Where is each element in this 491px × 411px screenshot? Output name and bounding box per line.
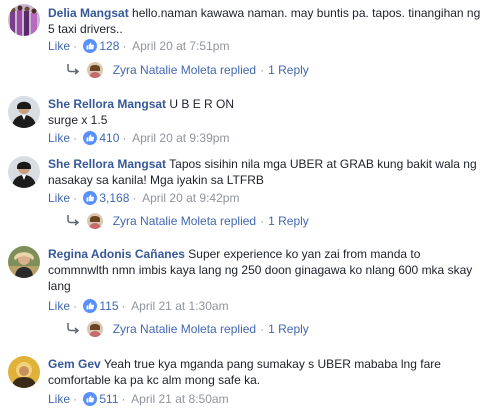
comment-text-line: surge x 1.5 bbox=[48, 113, 108, 127]
reply-summary[interactable]: Zyra Natalie Moleta replied · 1 Reply bbox=[66, 59, 309, 81]
reaction-count[interactable]: 3,168 bbox=[99, 191, 129, 205]
comment-actions: Like · 511 · April 21 at 8:50am bbox=[48, 392, 229, 406]
comment-actions: Like · 3,168 · April 20 at 9:42pm bbox=[48, 191, 240, 205]
reaction-count[interactable]: 128 bbox=[99, 39, 119, 53]
comment-timestamp[interactable]: April 20 at 7:51pm bbox=[132, 39, 229, 53]
comment-author-link[interactable]: Delia Mangsat bbox=[48, 6, 129, 20]
reply-count[interactable]: 1 Reply bbox=[268, 214, 309, 228]
comment-text: Yeah true kya mganda pang sumakay s UBER… bbox=[48, 357, 441, 387]
avatar[interactable] bbox=[8, 96, 40, 128]
avatar[interactable] bbox=[8, 156, 40, 188]
reply-count[interactable]: 1 Reply bbox=[268, 63, 309, 77]
comment-body: Gem Gev Yeah true kya mganda pang sumaka… bbox=[48, 356, 483, 388]
like-reaction-icon[interactable] bbox=[83, 191, 98, 205]
reaction-count[interactable]: 410 bbox=[99, 131, 119, 145]
replier-name[interactable]: Zyra Natalie Moleta replied bbox=[113, 214, 256, 228]
comment-item: Delia Mangsat hello.naman kawawa naman. … bbox=[0, 0, 491, 82]
like-reaction-icon[interactable] bbox=[83, 39, 98, 53]
comment-body: Regina Adonis Cañanes Super experience k… bbox=[48, 246, 483, 294]
reaction-count[interactable]: 115 bbox=[99, 299, 118, 313]
like-button[interactable]: Like bbox=[48, 131, 70, 145]
reply-summary[interactable]: Zyra Natalie Moleta replied · 1 Reply bbox=[66, 318, 309, 340]
comment-body: She Rellora Mangsat Tapos sisihin nila m… bbox=[48, 156, 483, 188]
comment-timestamp[interactable]: April 20 at 9:39pm bbox=[132, 131, 229, 145]
replier-name[interactable]: Zyra Natalie Moleta replied bbox=[113, 63, 256, 77]
replier-avatar[interactable] bbox=[87, 62, 104, 78]
comment-feed: Delia Mangsat hello.naman kawawa naman. … bbox=[0, 0, 491, 411]
comment-item: Gem Gev Yeah true kya mganda pang sumaka… bbox=[0, 350, 491, 411]
reply-arrow-icon bbox=[67, 323, 80, 334]
like-reaction-icon[interactable] bbox=[83, 131, 98, 145]
comment-body: Delia Mangsat hello.naman kawawa naman. … bbox=[48, 5, 483, 37]
replier-name[interactable]: Zyra Natalie Moleta replied bbox=[113, 322, 256, 336]
comment-body: She Rellora Mangsat U B E R ON surge x 1… bbox=[48, 96, 483, 128]
comment-item: Regina Adonis Cañanes Super experience k… bbox=[0, 240, 491, 340]
like-reaction-icon[interactable] bbox=[83, 299, 98, 313]
reply-count[interactable]: 1 Reply bbox=[268, 322, 309, 336]
like-button[interactable]: Like bbox=[48, 191, 70, 205]
like-button[interactable]: Like bbox=[48, 39, 70, 53]
reply-arrow-icon bbox=[67, 64, 80, 75]
comment-timestamp[interactable]: April 21 at 8:50am bbox=[131, 392, 228, 406]
comment-timestamp[interactable]: April 21 at 1:30am bbox=[131, 299, 228, 313]
replier-avatar[interactable] bbox=[87, 213, 104, 229]
like-button[interactable]: Like bbox=[48, 392, 70, 406]
comment-actions: Like · 115 · April 21 at 1:30am bbox=[48, 299, 229, 313]
reply-summary[interactable]: Zyra Natalie Moleta replied · 1 Reply bbox=[66, 210, 309, 232]
like-reaction-icon[interactable] bbox=[83, 392, 98, 406]
comment-item: She Rellora Mangsat U B E R ON surge x 1… bbox=[0, 90, 491, 150]
comment-author-link[interactable]: Gem Gev bbox=[48, 357, 101, 371]
comment-text: U B E R ON bbox=[169, 97, 235, 111]
comment-author-link[interactable]: She Rellora Mangsat bbox=[48, 157, 166, 171]
comment-author-link[interactable]: Regina Adonis Cañanes bbox=[48, 247, 185, 261]
reaction-count[interactable]: 511 bbox=[99, 392, 118, 406]
avatar[interactable] bbox=[8, 4, 40, 36]
comment-author-link[interactable]: She Rellora Mangsat bbox=[48, 97, 166, 111]
comment-timestamp[interactable]: April 20 at 9:42pm bbox=[142, 191, 239, 205]
avatar[interactable] bbox=[8, 356, 40, 388]
comment-actions: Like · 128 · April 20 at 7:51pm bbox=[48, 39, 230, 53]
reply-arrow-icon bbox=[67, 215, 80, 226]
replier-avatar[interactable] bbox=[87, 321, 104, 337]
like-button[interactable]: Like bbox=[48, 299, 70, 313]
avatar[interactable] bbox=[8, 246, 40, 278]
comment-actions: Like · 410 · April 20 at 9:39pm bbox=[48, 131, 230, 145]
comment-item: She Rellora Mangsat Tapos sisihin nila m… bbox=[0, 150, 491, 234]
